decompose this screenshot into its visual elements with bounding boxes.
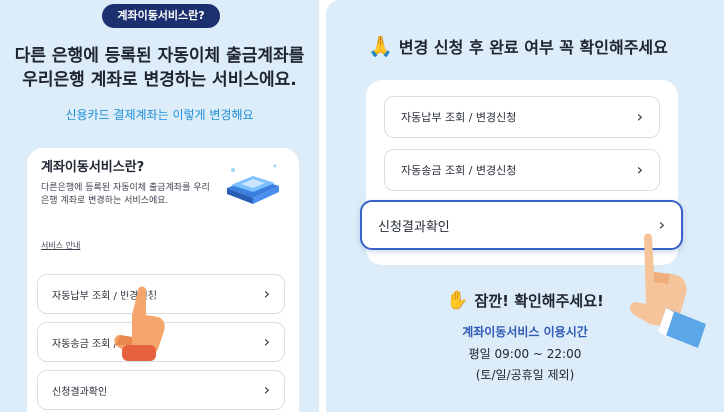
notice-title: ✋ 잠깐! 확인해주세요! <box>326 290 724 311</box>
menu-label: 신청결과확인 <box>52 386 108 398</box>
menu-label: 자동송금 조회 / 변경신청 <box>401 164 517 177</box>
confirm-header-text: 변경 신청 후 완료 여부 꼭 확인해주세요 <box>398 38 668 57</box>
chevron-right-icon: › <box>263 284 270 303</box>
credit-card-link[interactable]: 신용카드 결제계좌는 이렇게 변경해요 <box>0 106 319 124</box>
menu-auto-payment[interactable]: 자동납부 조회 / 변경신청 › <box>384 96 660 138</box>
praying-hands-icon: 🙏 <box>368 34 393 58</box>
book-icon <box>227 164 279 204</box>
menu-label: 신청결과확인 <box>378 219 450 235</box>
service-hours-note: (토/일/공휴일 제외) <box>475 368 575 382</box>
menu-label: 자동납부 조회 / 변경신청 <box>401 111 517 124</box>
service-guide-link[interactable]: 서비스 안내 <box>41 240 80 251</box>
notice-text: 잠깐! 확인해주세요! <box>474 292 604 310</box>
headline-line-2: 우리은행 계좌로 변경하는 서비스에요. <box>22 70 297 90</box>
service-hours: 평일 09:00 ~ 22:00 <box>468 347 582 361</box>
menu-result-check[interactable]: 신청결과확인 › <box>37 370 285 410</box>
confirm-header: 🙏 변경 신청 후 완료 여부 꼭 확인해주세요 <box>368 34 668 58</box>
right-panel: 🙏 변경 신청 후 완료 여부 꼭 확인해주세요 자동납부 조회 / 변경신청 … <box>326 0 724 412</box>
headline-line-1: 다른 은행에 등록된 자동이체 출금계좌를 <box>14 46 305 66</box>
chevron-right-icon: › <box>263 332 270 351</box>
pointing-hand-icon <box>114 280 165 361</box>
left-panel: 계좌이동서비스란? 다른 은행에 등록된 자동이체 출금계좌를 우리은행 계좌로… <box>0 0 319 412</box>
raised-hand-icon: ✋ <box>446 290 469 311</box>
chevron-right-icon: › <box>636 107 643 126</box>
service-hours-title: 계좌이동서비스 이용시간 <box>462 325 588 339</box>
card-description: 다른은행에 등록된 자동이체 출금계좌를 우리은행 계좌로 변경하는 서비스에요… <box>41 183 210 206</box>
menu-auto-transfer[interactable]: 자동송금 조회 / 변경신청 › <box>384 149 660 191</box>
service-badge: 계좌이동서비스란? <box>102 4 220 28</box>
chevron-right-icon: › <box>636 160 643 179</box>
card-title: 계좌이동서비스란? <box>41 160 145 175</box>
chevron-right-icon: › <box>263 380 270 399</box>
